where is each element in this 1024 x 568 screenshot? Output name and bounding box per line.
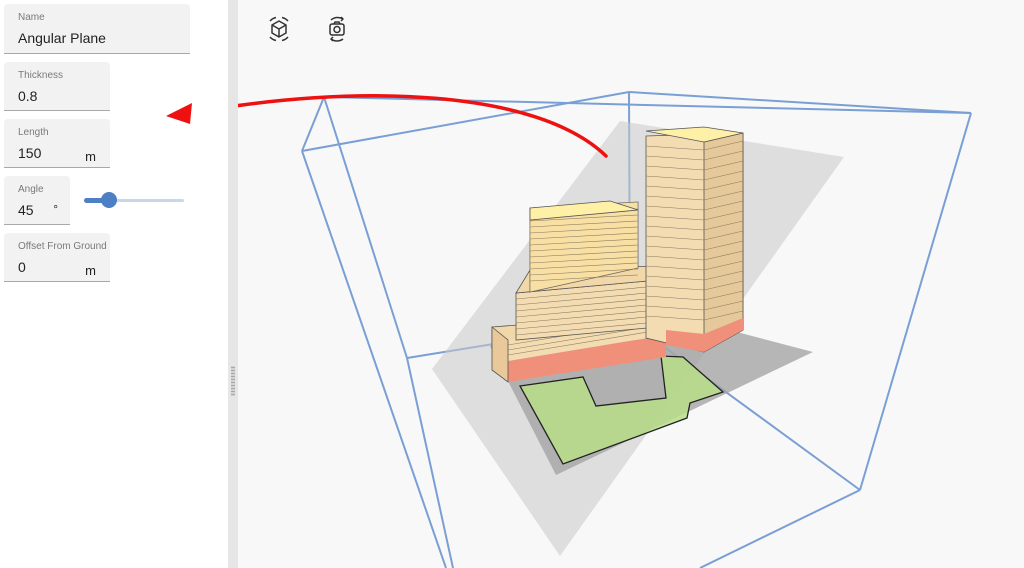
name-field[interactable]: Name Angular Plane (4, 4, 190, 54)
annotation-arrow (238, 94, 608, 158)
name-label: Name (18, 12, 45, 23)
offset-value[interactable]: 0 (18, 259, 26, 275)
thickness-label: Thickness (18, 70, 64, 81)
thickness-value[interactable]: 0.8 (18, 88, 37, 104)
thickness-field[interactable]: Thickness 0.8 (4, 62, 110, 111)
angle-field[interactable]: Angle 45 ° (4, 176, 70, 225)
offset-label: Offset From Ground (18, 241, 107, 252)
angle-slider[interactable] (84, 192, 184, 208)
properties-panel: Name Angular Plane Thickness 0.8 Length … (0, 0, 228, 568)
length-value[interactable]: 150 (18, 145, 41, 161)
length-unit: m (85, 149, 96, 164)
arrow-head-icon (166, 103, 192, 124)
angle-value[interactable]: 45 (18, 202, 34, 218)
angle-label: Angle (18, 184, 44, 195)
name-value[interactable]: Angular Plane (18, 30, 106, 46)
offset-field[interactable]: Offset From Ground 0 m (4, 233, 110, 282)
panel-resize-handle[interactable] (228, 0, 238, 568)
length-label: Length (18, 127, 49, 138)
tall-tower (645, 126, 744, 353)
angle-unit: ° (53, 202, 58, 216)
offset-unit: m (85, 263, 96, 278)
grip-dots[interactable] (231, 366, 235, 396)
3d-scene[interactable] (238, 0, 1024, 568)
length-field[interactable]: Length 150 m (4, 119, 110, 168)
3d-viewport[interactable] (238, 0, 1024, 568)
slider-thumb[interactable] (101, 192, 117, 208)
